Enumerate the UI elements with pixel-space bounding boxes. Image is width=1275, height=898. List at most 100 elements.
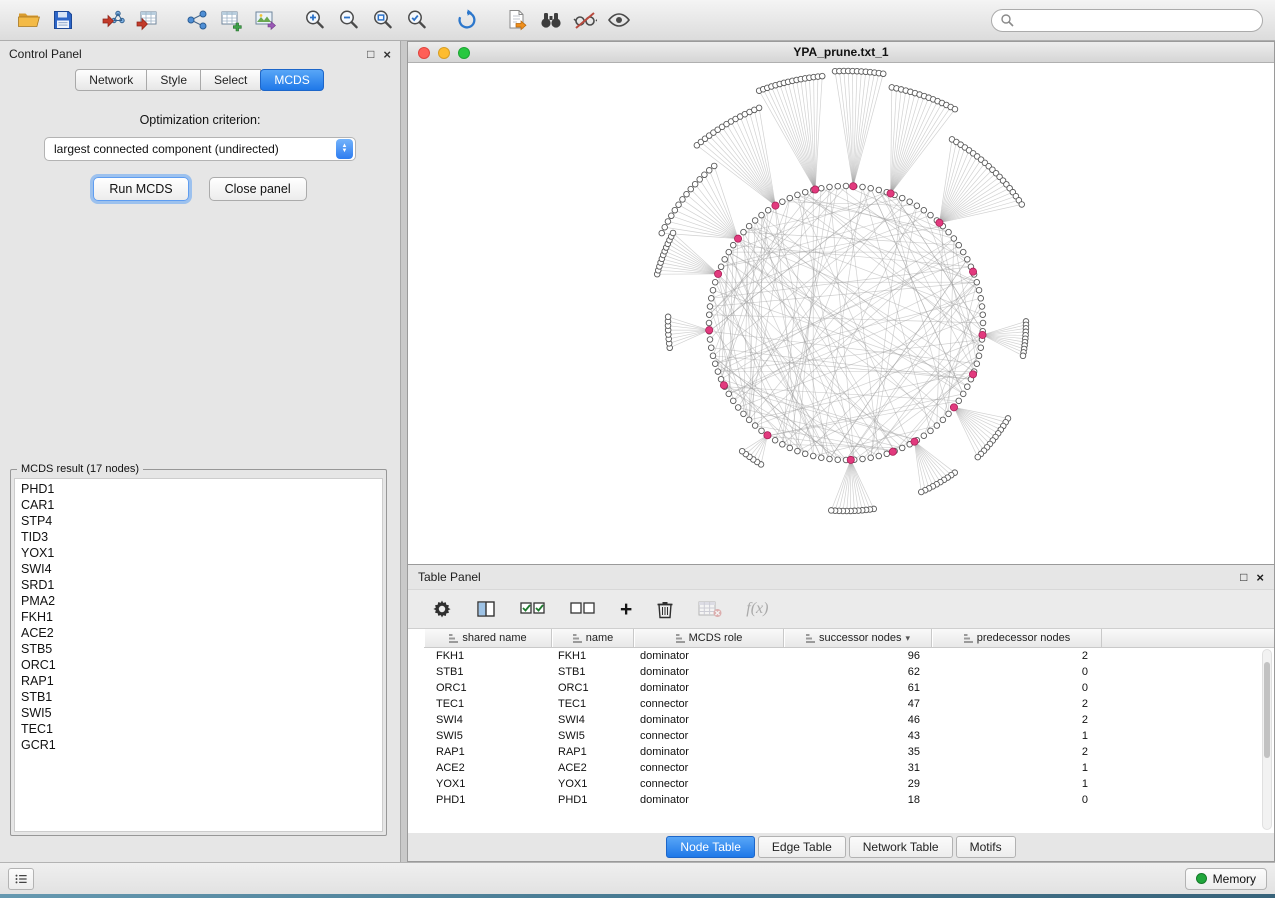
result-node[interactable]: STB1 xyxy=(21,689,376,705)
result-node[interactable]: PMA2 xyxy=(21,593,376,609)
tab-select[interactable]: Select xyxy=(200,69,261,91)
add-column-button[interactable]: + xyxy=(620,599,632,620)
optimization-select[interactable]: largest connected component (undirected)… xyxy=(44,137,356,161)
deselect-all-button[interactable] xyxy=(570,599,596,619)
table-cell: RAP1 xyxy=(424,746,552,758)
zoom-in-icon xyxy=(303,8,327,32)
sort-icon xyxy=(676,634,685,643)
floppy-icon xyxy=(52,9,74,31)
zoom-out-button[interactable] xyxy=(332,4,366,36)
table-cell: ACE2 xyxy=(552,762,634,774)
result-node[interactable]: TID3 xyxy=(21,529,376,545)
select-all-icon xyxy=(520,599,546,619)
search-input[interactable] xyxy=(1019,12,1254,28)
tab-mcds[interactable]: MCDS xyxy=(260,69,323,91)
table-cell: connector xyxy=(634,730,784,742)
close-panel-button[interactable]: Close panel xyxy=(209,177,307,201)
show-columns-button[interactable] xyxy=(476,599,496,619)
hide-details-button[interactable] xyxy=(568,4,602,36)
result-node[interactable]: YOX1 xyxy=(21,545,376,561)
columns-icon xyxy=(476,599,496,619)
table-row[interactable]: RAP1RAP1dominator352 xyxy=(424,744,1274,760)
table-row[interactable]: STB1STB1dominator620 xyxy=(424,664,1274,680)
delete-column-button[interactable] xyxy=(656,599,674,619)
result-node[interactable]: GCR1 xyxy=(21,737,376,753)
export-image-button[interactable] xyxy=(248,4,282,36)
table-row[interactable]: SWI5SWI5connector431 xyxy=(424,728,1274,744)
float-panel-icon[interactable]: □ xyxy=(367,48,374,61)
destroy-table-button[interactable] xyxy=(698,599,722,619)
table-panel-title: Table Panel xyxy=(418,570,481,584)
column-header-MCDS-role[interactable]: MCDS role xyxy=(634,629,784,647)
result-node[interactable]: ORC1 xyxy=(21,657,376,673)
network-window: YPA_prune.txt_1 xyxy=(407,41,1275,565)
table-row[interactable]: TEC1TEC1connector472 xyxy=(424,696,1274,712)
search-network-button[interactable] xyxy=(534,4,568,36)
new-table-button[interactable] xyxy=(214,4,248,36)
result-node[interactable]: SWI4 xyxy=(21,561,376,577)
network-graph xyxy=(408,63,1274,564)
mcds-result-fieldset: MCDS result (17 nodes) PHD1CAR1STP4TID3Y… xyxy=(10,463,387,836)
table-tab-edge-table[interactable]: Edge Table xyxy=(758,836,846,858)
import-table-button[interactable] xyxy=(130,4,164,36)
table-cell: 2 xyxy=(932,746,1102,758)
zoom-in-button[interactable] xyxy=(298,4,332,36)
table-tab-motifs[interactable]: Motifs xyxy=(956,836,1016,858)
result-node[interactable]: SRD1 xyxy=(21,577,376,593)
table-row[interactable]: PHD1PHD1dominator180 xyxy=(424,792,1274,808)
main-toolbar xyxy=(0,0,1275,41)
table-row[interactable]: FKH1FKH1dominator962 xyxy=(424,648,1274,664)
close-panel-icon[interactable]: × xyxy=(383,48,391,61)
result-node[interactable]: TEC1 xyxy=(21,721,376,737)
network-canvas[interactable] xyxy=(408,63,1274,564)
result-node[interactable]: CAR1 xyxy=(21,497,376,513)
zoom-fit-button[interactable] xyxy=(366,4,400,36)
table-row[interactable]: ACE2ACE2connector311 xyxy=(424,760,1274,776)
result-node[interactable]: FKH1 xyxy=(21,609,376,625)
save-button[interactable] xyxy=(46,4,80,36)
result-node[interactable]: RAP1 xyxy=(21,673,376,689)
table-tab-network-table[interactable]: Network Table xyxy=(849,836,953,858)
node-table-header: shared namenameMCDS rolesuccessor nodes▾… xyxy=(424,629,1274,648)
table-cell: FKH1 xyxy=(424,650,552,662)
eye-icon xyxy=(607,8,631,32)
table-settings-button[interactable] xyxy=(432,599,452,619)
column-header-shared-name[interactable]: shared name xyxy=(424,629,552,647)
tab-style[interactable]: Style xyxy=(146,69,201,91)
float-table-panel-icon[interactable]: □ xyxy=(1240,571,1247,584)
result-node[interactable]: SWI5 xyxy=(21,705,376,721)
table-cell: 0 xyxy=(932,666,1102,678)
result-node[interactable]: STP4 xyxy=(21,513,376,529)
open-file-button[interactable] xyxy=(12,4,46,36)
run-mcds-button[interactable]: Run MCDS xyxy=(93,177,188,201)
table-row[interactable]: SWI4SWI4dominator462 xyxy=(424,712,1274,728)
task-history-button[interactable] xyxy=(8,868,34,890)
export-network-button[interactable] xyxy=(500,4,534,36)
table-tab-node-table[interactable]: Node Table xyxy=(666,836,755,858)
new-network-button[interactable] xyxy=(180,4,214,36)
result-node[interactable]: PHD1 xyxy=(21,481,376,497)
table-scrollbar[interactable] xyxy=(1262,649,1272,830)
refresh-button[interactable] xyxy=(450,4,484,36)
result-node[interactable]: ACE2 xyxy=(21,625,376,641)
close-table-panel-icon[interactable]: × xyxy=(1256,571,1264,584)
function-builder-button[interactable]: f(x) xyxy=(746,600,768,618)
chevron-down-icon: ▾ xyxy=(906,633,911,644)
show-details-button[interactable] xyxy=(602,4,636,36)
memory-label: Memory xyxy=(1213,872,1256,886)
table-row[interactable]: YOX1YOX1connector291 xyxy=(424,776,1274,792)
memory-button[interactable]: Memory xyxy=(1185,868,1267,890)
column-header-name[interactable]: name xyxy=(552,629,634,647)
result-node[interactable]: STB5 xyxy=(21,641,376,657)
search-field[interactable] xyxy=(991,9,1263,32)
zoom-selected-button[interactable] xyxy=(400,4,434,36)
import-network-button[interactable] xyxy=(96,4,130,36)
import-table-icon xyxy=(135,8,159,32)
column-header-successor-nodes[interactable]: successor nodes▾ xyxy=(784,629,932,647)
tab-network[interactable]: Network xyxy=(75,69,147,91)
column-header-predecessor-nodes[interactable]: predecessor nodes xyxy=(932,629,1102,647)
table-row[interactable]: ORC1ORC1dominator610 xyxy=(424,680,1274,696)
select-all-button[interactable] xyxy=(520,599,546,619)
node-table-body: FKH1FKH1dominator962STB1STB1dominator620… xyxy=(424,648,1274,808)
scrollbar-thumb[interactable] xyxy=(1264,662,1270,758)
